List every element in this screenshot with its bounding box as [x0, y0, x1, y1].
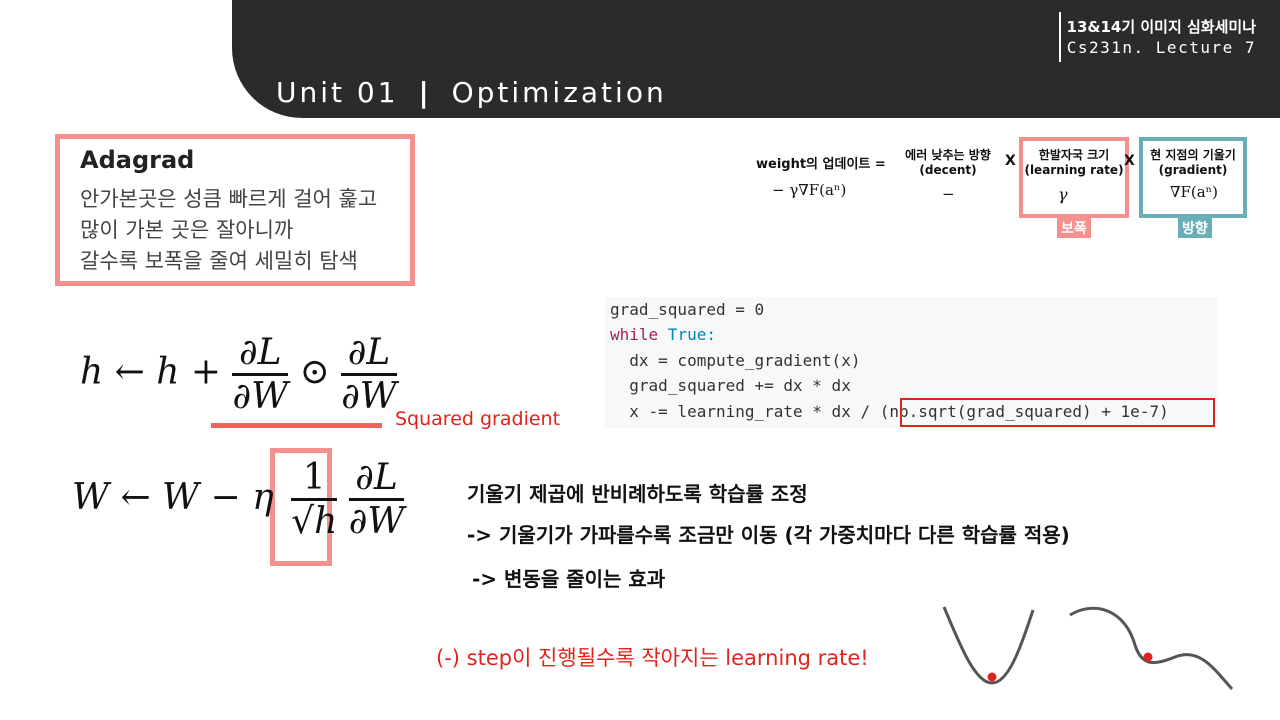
formula1-numerator-1: ∂L: [232, 332, 289, 376]
gradient-label: 현 지점의 기울기 (gradient): [1143, 146, 1243, 177]
learning-rate-math: γ: [1058, 185, 1068, 204]
unit-topic: Optimization: [451, 76, 667, 109]
code-while-keyword: while: [610, 325, 659, 344]
times-sign-2: X: [1124, 153, 1135, 169]
lecture-title: Cs231n. Lecture 7: [1066, 38, 1256, 57]
gradient-label-line-1: 현 지점의 기울기: [1150, 148, 1236, 162]
weight-update-math: − γ∇F(aⁿ): [772, 181, 847, 199]
note-line-1: 기울기 제곱에 반비례하도록 학습률 조정: [467, 482, 808, 506]
decent-label: 에러 낮추는 방향 (decent): [898, 146, 998, 177]
note-line-2: -> 기울기가 가파를수록 조금만 이동 (각 가중치마다 다른 학습률 적용): [467, 523, 1070, 547]
adagrad-title: Adagrad: [80, 146, 195, 174]
code-line-1-text: grad_squared = 0: [610, 300, 765, 319]
convex-curve-point: [987, 672, 997, 682]
formula2-denominator-sqrt: √h: [291, 501, 338, 542]
code-true-keyword: True:: [658, 325, 716, 344]
learning-rate-label-line-1: 한발자국 크기: [1038, 148, 1110, 162]
formula1-hadamard: ⊙: [299, 351, 330, 393]
code-highlight-box: [900, 398, 1215, 427]
convex-curve: [942, 606, 1035, 685]
code-line-5-start: x -= learning_rate * dx /: [610, 402, 880, 421]
seminar-title: 13&14기 이미지 심화세미나: [1066, 18, 1256, 36]
conclusion-text: (-) step이 진행될수록 작아지는 learning rate!: [436, 646, 869, 670]
code-line-4: grad_squared += dx * dx: [610, 376, 851, 395]
formula1-fraction-1: ∂L ∂W: [232, 332, 289, 417]
unit-divider: |: [418, 76, 432, 109]
formula2-fraction-2: ∂L ∂W: [348, 457, 405, 542]
nonconvex-curve-point: [1143, 652, 1153, 662]
formula1-lhs: h ← h +: [80, 351, 222, 393]
nonconvex-curve: [1069, 606, 1234, 691]
formula2-fraction-1: 1 √h: [291, 457, 338, 542]
squared-gradient-label: Squared gradient: [395, 408, 561, 430]
formula1-denominator-1: ∂W: [232, 376, 289, 417]
decent-math: −: [942, 185, 955, 203]
note-line-3: -> 변동을 줄이는 효과: [472, 567, 666, 591]
weight-update-label: weight의 업데이트 =: [756, 157, 886, 172]
adagrad-line-2: 많이 가본 곳은 잘아니까: [80, 218, 294, 242]
code-line-1: grad_squared = 0: [610, 300, 764, 319]
unit-number: Unit 01: [276, 76, 399, 109]
adagrad-line-1: 안가본곳은 성큼 빠르게 걸어 훑고: [80, 187, 378, 211]
formula1-denominator-2: ∂W: [341, 376, 397, 417]
formula2-numerator-one: 1: [291, 457, 338, 501]
formula-squared-gradient: h ← h + ∂L ∂W ⊙ ∂L ∂W: [80, 332, 397, 417]
formula2-lhs: W ← W − η: [72, 476, 274, 518]
gradient-label-line-2: (gradient): [1158, 163, 1228, 177]
adagrad-line-3: 갈수록 보폭을 줄여 세밀히 탐색: [80, 249, 358, 273]
loss-curves-illustration: [942, 606, 1234, 691]
formula1-fraction-2: ∂L ∂W: [341, 332, 397, 417]
gradient-math: ∇F(aⁿ): [1170, 183, 1219, 201]
decent-label-line-2: (decent): [919, 163, 977, 177]
times-sign-1: X: [1005, 153, 1016, 169]
squared-gradient-underline: [211, 423, 382, 428]
formula-weight-update: W ← W − η 1 √h ∂L ∂W: [72, 457, 405, 542]
header-divider-line: [1059, 12, 1061, 62]
direction-tag: 방향: [1178, 218, 1212, 238]
stride-tag: 보폭: [1057, 218, 1091, 238]
code-line-3: dx = compute_gradient(x): [610, 351, 861, 370]
unit-title: Unit 01 | Optimization: [276, 76, 667, 109]
decent-label-line-1: 에러 낮추는 방향: [905, 148, 991, 162]
code-line-2: while True:: [610, 325, 716, 344]
formula2-denominator: ∂W: [348, 501, 405, 542]
learning-rate-label-line-2: (learning rate): [1024, 163, 1124, 177]
formula1-numerator-2: ∂L: [341, 332, 397, 376]
learning-rate-label: 한발자국 크기 (learning rate): [1023, 146, 1125, 177]
formula2-numerator: ∂L: [348, 457, 405, 501]
